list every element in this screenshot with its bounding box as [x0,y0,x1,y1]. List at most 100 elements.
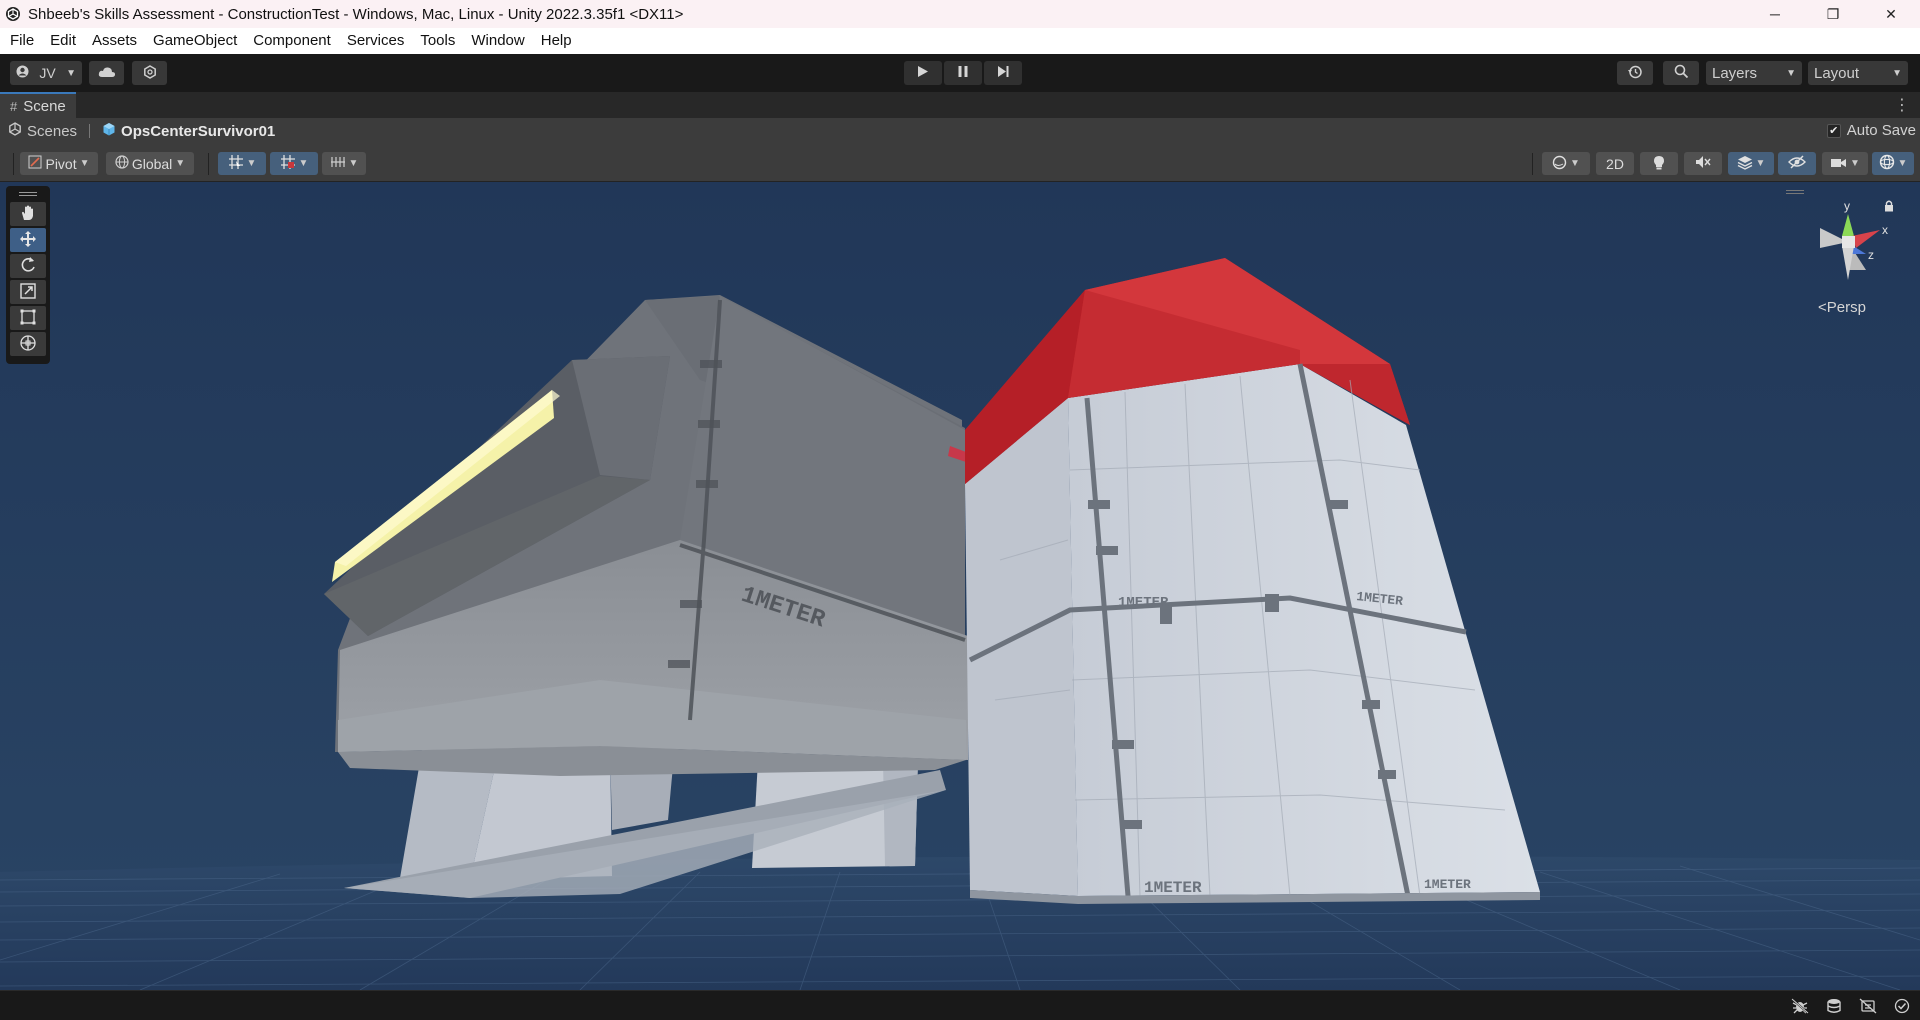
menu-assets[interactable]: Assets [84,28,145,54]
effects-dropdown[interactable]: ▼ [1728,152,1774,175]
auto-save-toggle[interactable]: ✔ Auto Save [1826,122,1916,139]
projection-toggle[interactable]: <Persp [1818,299,1866,316]
perspective-icon: < [1818,299,1827,316]
maximize-button[interactable]: ❐ [1804,0,1862,28]
account-dropdown[interactable]: JV ▼ [10,61,82,85]
search-button[interactable] [1663,61,1699,85]
chevron-down-icon: ▼ [348,158,359,169]
chevron-down-icon: ▼ [1892,67,1902,79]
chevron-down-icon: ▼ [1755,158,1766,169]
scale-tool-button[interactable] [10,280,46,304]
increment-snap-button[interactable]: ▼ [322,152,366,175]
layers-dropdown[interactable]: Layers ▼ [1706,61,1802,85]
tool-palette [6,186,50,364]
global-label: Global [131,155,173,172]
orientation-gizmo[interactable]: y x z [1806,196,1890,286]
scale-icon [19,282,37,303]
tab-scene-label: Scene [23,97,66,115]
more-options-icon[interactable]: ⋮ [1894,95,1910,115]
bug-icon[interactable] [1790,997,1810,1015]
undo-history-button[interactable] [1617,61,1653,85]
cloud-icon [98,65,116,81]
cloud-button[interactable] [89,61,124,85]
breadcrumb-prefab[interactable]: OpsCenterSurvivor01 [102,122,275,140]
rotate-icon [19,256,37,277]
rect-tool-button[interactable] [10,306,46,330]
prefab-cube-icon [102,122,116,140]
check-circle-icon[interactable] [1892,997,1912,1015]
toolbar-separator [1532,153,1533,175]
chevron-down-icon: ▼ [1786,67,1796,79]
overlay-grip[interactable] [1786,190,1804,194]
2d-mode-button[interactable]: 2D [1596,152,1634,175]
lock-icon[interactable] [1884,200,1894,215]
tower-decal-label-1: 1METER [1118,595,1169,611]
gizmo-y-label: y [1844,199,1850,213]
lightbulb-icon [1652,155,1666,173]
scene-tab-bar: # Scene ⋮ [0,92,1920,118]
toolbar-separator [208,153,209,175]
chevron-down-icon: ▼ [246,158,257,169]
menu-edit[interactable]: Edit [42,28,84,54]
window-title: Shbeeb's Skills Assessment - Constructio… [28,5,684,23]
auto-save-label: Auto Save [1846,122,1916,139]
scene-viewport[interactable]: 1METER 1METER 1METER 1METER 1METER [0,182,1920,990]
menu-help[interactable]: Help [533,28,580,54]
grid-snap-button[interactable]: ▼ [218,152,266,175]
speaker-muted-icon [1695,155,1711,172]
hand-tool-button[interactable] [10,202,46,226]
pivot-dropdown[interactable]: Pivot ▼ [20,152,98,175]
scene-view-toolbar: Pivot ▼ Global ▼ ▼ ▼ ▼ ▼ 2D ▼ ▼ ▼ [0,144,1920,182]
scene-visibility-button[interactable] [1778,152,1816,175]
step-button[interactable] [984,61,1022,85]
pivot-label: Pivot [45,155,77,172]
camera-settings-dropdown[interactable]: ▼ [1822,152,1868,175]
minimize-button[interactable]: ─ [1746,0,1804,28]
menu-tools[interactable]: Tools [412,28,463,54]
menu-window[interactable]: Window [463,28,532,54]
move-tool-button[interactable] [10,228,46,252]
toolbar-separator [13,153,14,175]
history-icon [1627,64,1643,83]
grid-visibility-button[interactable]: ▼ [270,152,318,175]
gizmos-dropdown[interactable]: ▼ [1872,152,1914,175]
account-icon [16,65,29,81]
effects-stack-icon [1737,155,1753,173]
shading-mode-dropdown[interactable]: ▼ [1542,152,1590,175]
breadcrumb: Scenes OpsCenterSurvivor01 ✔ Auto Save [0,118,1920,144]
breadcrumb-separator [89,124,91,138]
ruler-icon [330,154,346,173]
menu-component[interactable]: Component [245,28,339,54]
palette-grip[interactable] [10,190,46,198]
global-dropdown[interactable]: Global ▼ [106,152,194,175]
pause-button[interactable] [944,61,982,85]
tab-scene[interactable]: # Scene [0,92,76,118]
lighting-toggle-button[interactable] [1640,152,1678,175]
gizmo-globe-icon [1879,154,1895,173]
main-toolbar: JV ▼ Layers ▼ Layout ▼ [0,54,1920,92]
account-label: JV [39,65,56,81]
pivot-icon [28,155,42,172]
play-button[interactable] [904,61,942,85]
auto-save-checkbox[interactable]: ✔ [1826,123,1841,138]
menu-services[interactable]: Services [339,28,413,54]
gizmo-z-label: z [1868,248,1874,262]
camera-icon [1830,156,1847,172]
projection-label: Persp [1826,299,1866,316]
chevron-down-icon: ▼ [175,158,186,169]
database-icon[interactable] [1824,997,1844,1015]
services-button[interactable] [132,61,167,85]
menu-gameobject[interactable]: GameObject [145,28,245,54]
transform-tool-button[interactable] [10,332,46,356]
network-off-icon[interactable] [1858,997,1878,1015]
rotate-tool-button[interactable] [10,254,46,278]
step-icon [997,65,1010,81]
tower-decal-label-3: 1METER [1144,879,1202,897]
audio-toggle-button[interactable] [1684,152,1722,175]
grid-icon: # [10,98,18,114]
layout-dropdown[interactable]: Layout ▼ [1808,61,1908,85]
menu-file[interactable]: File [2,28,42,54]
breadcrumb-scenes[interactable]: Scenes [8,122,77,140]
close-button[interactable]: ✕ [1862,0,1920,28]
2d-mode-label: 2D [1606,155,1624,172]
